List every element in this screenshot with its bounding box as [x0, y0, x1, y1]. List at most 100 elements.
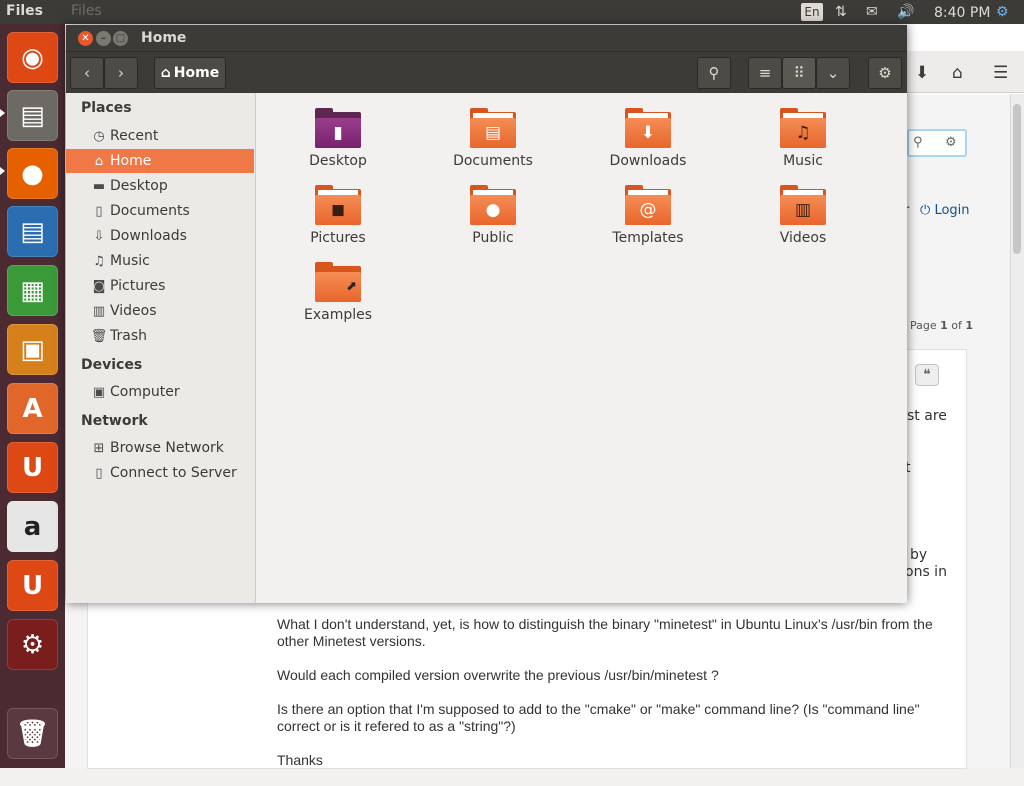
site-search-box[interactable]: ⚲ ⚙ — [907, 129, 967, 157]
menu-icon[interactable]: ☰ — [993, 63, 1008, 83]
sidebar-item-connect-to-server[interactable]: ▯ Connect to Server — [66, 461, 254, 485]
sidebar-item-label: Trash — [110, 328, 147, 344]
text-fragment: ons in — [905, 564, 947, 580]
clock[interactable]: 8:40 PM — [934, 3, 990, 23]
network-icon[interactable]: ⇅ — [835, 2, 847, 22]
file-item-desktop[interactable]: ▮ Desktop — [278, 108, 398, 169]
ubuntu-one-icon[interactable]: U — [7, 442, 58, 493]
pager-current[interactable]: 1 — [940, 319, 948, 332]
trash-icon[interactable]: 🗑 — [7, 708, 58, 759]
file-item-examples[interactable]: ⬈ Examples — [278, 262, 398, 323]
close-icon[interactable]: ✕ — [78, 31, 93, 46]
sidebar-item-pictures[interactable]: ◙ Pictures — [66, 274, 254, 298]
list-view-button[interactable]: ≡ — [748, 57, 782, 89]
sidebar-item-downloads[interactable]: ⇩ Downloads — [66, 224, 254, 248]
sidebar-item-label: Browse Network — [110, 440, 224, 456]
sidebar-item-music[interactable]: ♫ Music — [66, 249, 254, 273]
login-label: Login — [934, 203, 970, 218]
file-item-public[interactable]: ● Public — [433, 185, 553, 246]
chevron-down-icon: ⌄ — [826, 64, 840, 82]
keyboard-layout-indicator[interactable]: En — [801, 3, 823, 21]
sidebar-item-label: Computer — [110, 384, 180, 400]
calc-icon[interactable]: ▦ — [7, 265, 58, 316]
file-label: Examples — [303, 307, 373, 323]
file-item-music[interactable]: ♫ Music — [743, 108, 863, 169]
sidebar-item-documents[interactable]: ▯ Documents — [66, 199, 254, 223]
sidebar-item-label: Music — [110, 253, 150, 269]
file-item-downloads[interactable]: ⬇ Downloads — [588, 108, 708, 169]
sidebar-item-trash[interactable]: 🗑 Trash — [66, 324, 254, 348]
breadcrumb-home[interactable]: ⌂ Home — [154, 57, 226, 89]
ubuntu-one-music-icon[interactable]: U — [7, 560, 58, 611]
post-body: What I don't understand, yet, is how to … — [277, 616, 957, 786]
post-paragraph: What I don't understand, yet, is how to … — [277, 616, 933, 649]
sidebar-item-computer[interactable]: ▣ Computer — [66, 380, 254, 404]
gear-icon[interactable]: ⚙ — [945, 135, 957, 150]
pager-total: 1 — [965, 319, 974, 332]
file-item-templates[interactable]: @ Templates — [588, 185, 708, 246]
mail-icon[interactable]: ✉ — [866, 2, 878, 22]
file-item-pictures[interactable]: ◼ Pictures — [278, 185, 398, 246]
sidebar-item-desktop[interactable]: ▬ Desktop — [66, 174, 254, 198]
back-button[interactable]: ‹ — [70, 57, 104, 89]
window-titlebar[interactable]: ✕ – □ Home — [66, 25, 907, 51]
sidebar-heading-places: Places — [81, 100, 132, 116]
pager-of: of — [951, 319, 962, 332]
running-indicator — [0, 109, 5, 117]
post-paragraph: Is there an option that I'm supposed to … — [277, 701, 920, 734]
files-launcher-icon[interactable]: ▤ — [7, 90, 58, 141]
sidebar-item-recent[interactable]: ◷ Recent — [66, 124, 254, 148]
gear-icon: ⚙ — [878, 64, 892, 82]
file-label: Videos — [779, 230, 827, 246]
top-panel: Files Files En ⇅ ✉ 🔊 8:40 PM ⚙ — [0, 0, 1024, 24]
minimize-icon[interactable]: – — [96, 31, 111, 46]
system-menu-icon[interactable]: ⚙ — [996, 2, 1009, 22]
sidebar-item-videos[interactable]: ▥ Videos — [66, 299, 254, 323]
volume-icon[interactable]: 🔊 — [897, 2, 914, 22]
quote-button[interactable]: ❝ — [915, 364, 939, 386]
dash-home-icon[interactable]: ◉ — [7, 32, 58, 83]
firefox-icon[interactable]: ● — [7, 148, 58, 199]
examples-folder-icon: ⬈ — [315, 262, 361, 302]
home-icon[interactable]: ⌂ — [952, 63, 963, 83]
clock-icon: ◷ — [93, 128, 105, 144]
trash-icon: 🗑 — [90, 328, 108, 344]
maximize-icon[interactable]: □ — [113, 31, 128, 46]
search-icon[interactable]: ⚲ — [913, 135, 923, 150]
file-grid: ▮ Desktop ▤ Documents ⬇ Downloads ♫ Musi… — [257, 93, 907, 603]
music-icon: ♫ — [93, 253, 105, 269]
amazon-icon[interactable]: a — [7, 501, 58, 552]
writer-icon[interactable]: ▤ — [7, 206, 58, 257]
software-center-icon[interactable]: A — [7, 383, 58, 434]
sidebar-item-browse-network[interactable]: ⊞ Browse Network — [66, 436, 254, 460]
power-icon: ⏻ — [920, 203, 931, 218]
documents-folder-icon: ▤ — [470, 108, 516, 148]
download-icon[interactable]: ⬇ — [915, 63, 929, 83]
file-item-documents[interactable]: ▤ Documents — [433, 108, 553, 169]
file-label: Pictures — [310, 230, 366, 246]
public-folder-icon: ● — [470, 185, 516, 225]
login-link[interactable]: ⏻ Login — [920, 203, 970, 218]
sidebar-item-home[interactable]: ⌂ Home — [66, 149, 254, 173]
sidebar-item-label: Home — [110, 153, 152, 169]
file-item-videos[interactable]: ▥ Videos — [743, 185, 863, 246]
settings-button[interactable]: ⚙ — [868, 57, 902, 89]
list-icon: ≡ — [758, 64, 772, 82]
forward-button[interactable]: › — [104, 57, 138, 89]
breadcrumb-label: Home — [173, 65, 220, 81]
view-options-button[interactable]: ⌄ — [816, 57, 850, 89]
folder-icon: ▬ — [92, 178, 106, 194]
templates-folder-icon: @ — [625, 185, 671, 225]
sidebar-item-label: Downloads — [110, 228, 187, 244]
app-menu-title[interactable]: Files — [71, 3, 102, 19]
grid-view-button[interactable]: ⠿ — [782, 57, 816, 89]
system-settings-icon[interactable]: ⚙ — [7, 619, 58, 670]
search-button[interactable]: ⚲ — [697, 57, 731, 89]
scrollbar-thumb[interactable] — [1013, 104, 1021, 254]
pager-prefix: Page — [910, 319, 937, 332]
file-label: Downloads — [609, 153, 687, 169]
camera-icon: ◙ — [92, 278, 106, 294]
launcher: ◉ ▤ ● ▤ ▦ ▣ A U a U ⚙ 🗑 — [0, 24, 65, 768]
impress-icon[interactable]: ▣ — [7, 324, 58, 375]
files-window: ✕ – □ Home ‹ › ⌂ Home ⚲ ≡ ⠿ ⌄ ⚙ Places ◷… — [66, 25, 907, 603]
